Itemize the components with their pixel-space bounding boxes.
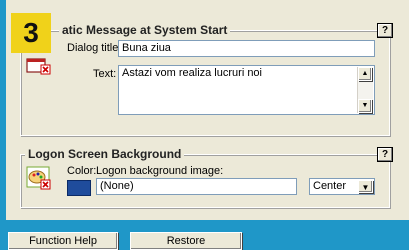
help-icon[interactable]: ? — [377, 23, 393, 38]
help-icon[interactable]: ? — [377, 147, 393, 162]
chevron-down-icon[interactable]: ▼ — [358, 180, 373, 193]
message-group-title: atic Message at System Start — [59, 23, 231, 37]
restore-button[interactable]: Restore — [130, 232, 242, 250]
scroll-up-icon[interactable]: ▲ — [358, 67, 372, 81]
function-help-button[interactable]: Function Help — [8, 232, 118, 250]
position-select[interactable]: Center ▼ — [309, 178, 375, 195]
logon-group: Logon Screen Background ? Color: Logon b… — [20, 147, 393, 208]
logon-group-title: Logon Screen Background — [25, 147, 185, 161]
text-area[interactable]: Astazi vom realiza lucruri noi ▲ ▼ — [118, 65, 375, 115]
color-swatch[interactable] — [67, 180, 91, 196]
position-select-value: Center — [313, 180, 347, 192]
settings-panel: atic Message at System Start ? Dialog ti… — [6, 0, 409, 220]
text-label: Text: — [93, 68, 117, 80]
dialog-title-label: Dialog title: — [67, 42, 122, 54]
palette-icon — [26, 166, 52, 190]
text-area-value: Astazi vom realiza lucruri noi — [122, 67, 262, 79]
message-icon — [26, 53, 52, 75]
text-area-scrollbar[interactable]: ▲ ▼ — [357, 67, 373, 113]
dialog-title-input[interactable]: Buna ziua — [118, 40, 375, 57]
image-label: Logon background image: — [96, 165, 224, 177]
background-image-input[interactable]: (None) — [96, 178, 297, 195]
message-group: atic Message at System Start ? Dialog ti… — [20, 23, 393, 136]
color-label: Color: — [67, 165, 97, 177]
step-badge: 3 — [11, 13, 51, 53]
scroll-down-icon[interactable]: ▼ — [358, 99, 372, 113]
